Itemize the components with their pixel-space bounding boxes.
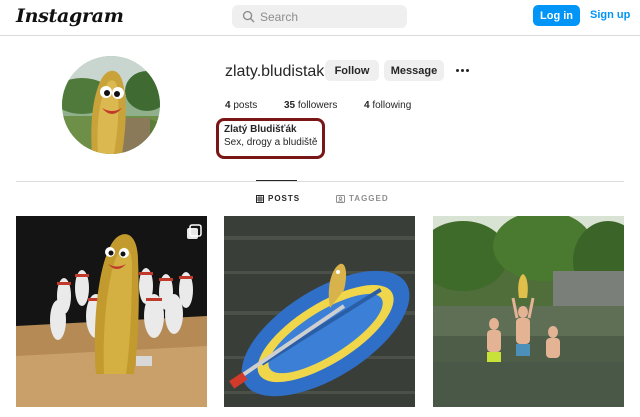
profile-avatar[interactable]	[62, 56, 160, 154]
posts-count: 4 posts	[225, 100, 258, 111]
signup-link[interactable]: Sign up	[590, 9, 630, 21]
tab-posts[interactable]: POSTS	[256, 194, 300, 203]
followers-count[interactable]: 35 followers	[284, 100, 337, 111]
following-count[interactable]: 4 following	[364, 100, 411, 111]
instagram-logo[interactable]: Instagram	[16, 5, 124, 27]
tab-tagged-label: TAGGED	[349, 194, 389, 203]
profile-full-name: Zlatý Bludišťák	[224, 124, 297, 135]
profile-username: zlaty.bludistak	[225, 63, 325, 80]
tagged-icon	[336, 194, 345, 203]
message-button[interactable]: Message	[384, 60, 444, 81]
search-icon	[242, 10, 255, 23]
post-image-bowling	[16, 216, 207, 407]
search-input[interactable]	[260, 8, 400, 25]
tab-posts-label: POSTS	[268, 194, 301, 203]
post-thumbnail-1[interactable]	[16, 216, 207, 407]
more-options-icon[interactable]	[453, 61, 471, 79]
tab-tagged[interactable]: TAGGED	[336, 194, 389, 203]
post-image-lake	[433, 216, 624, 407]
profile-bio: Sex, drogy a bludiště	[224, 137, 318, 148]
grid-icon	[256, 194, 264, 203]
follow-button[interactable]: Follow	[325, 60, 379, 81]
post-thumbnail-3[interactable]	[433, 216, 624, 407]
search-box[interactable]	[232, 5, 407, 28]
active-tab-indicator	[256, 180, 297, 181]
post-image-boat	[224, 216, 415, 407]
post-thumbnail-2[interactable]	[224, 216, 415, 407]
login-button[interactable]: Log in	[533, 5, 580, 26]
avatar-image	[62, 56, 160, 154]
tabs-divider	[16, 181, 624, 182]
top-navigation: Instagram Log in Sign up	[0, 0, 640, 36]
